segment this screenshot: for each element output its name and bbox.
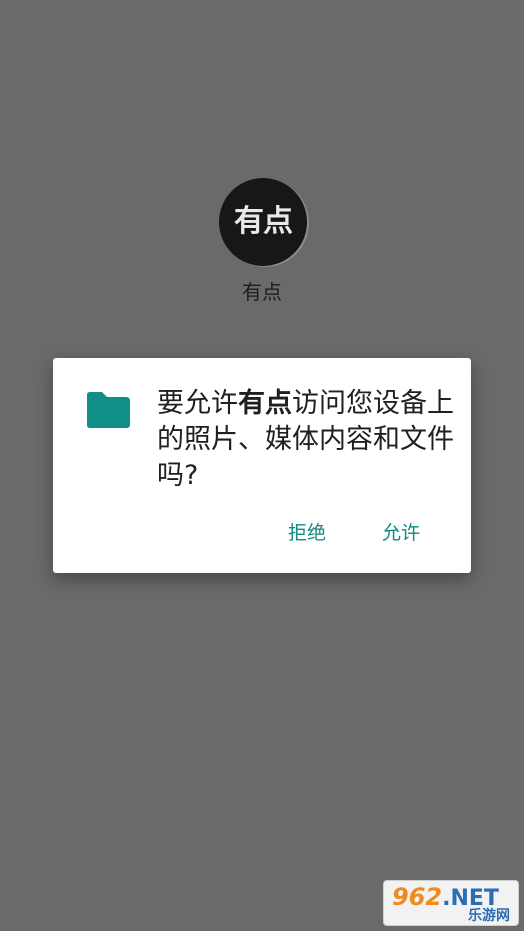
app-logo: 有点 [219,178,307,266]
folder-icon [87,392,130,428]
permission-dialog: 要允许有点访问您设备上的照片、媒体内容和文件吗? 拒绝 允许 [53,358,471,573]
app-name: 有点 [242,280,282,304]
watermark-digits: 962 [392,883,443,911]
watermark-subtitle: 乐游网 [468,908,510,924]
deny-button[interactable]: 拒绝 [288,518,326,550]
app-logo-text: 有点 [234,204,293,239]
watermark-logo: 962.NET 乐游网 [383,880,519,926]
message-prefix: 要允许 [157,388,238,419]
allow-button[interactable]: 允许 [382,518,420,550]
message-app-name: 有点 [238,388,292,419]
dialog-message: 要允许有点访问您设备上的照片、媒体内容和文件吗? [157,386,457,494]
